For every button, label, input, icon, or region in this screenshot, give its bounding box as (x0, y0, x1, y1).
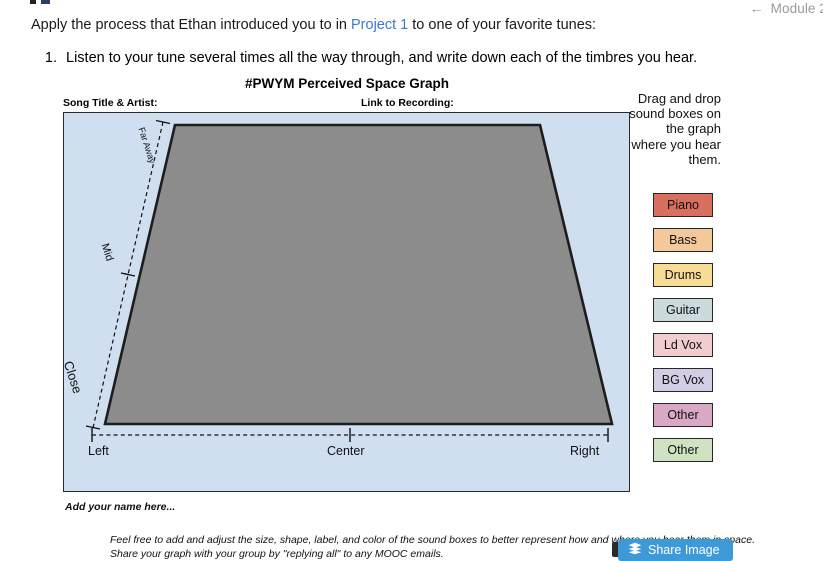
sound-box-drums[interactable]: Drums (653, 263, 713, 287)
sound-box-bass[interactable]: Bass (653, 228, 713, 252)
graph-title: #PWYM Perceived Space Graph (244, 76, 450, 91)
share-image-button[interactable]: Share Image (618, 539, 733, 561)
sound-box-label: Other (667, 408, 699, 422)
axis-tick-mid (120, 272, 136, 277)
sound-box-label: BG Vox (661, 373, 705, 387)
sound-box-palette: Piano Bass Drums Guitar Ld Vox BG Vox Ot… (653, 193, 713, 473)
intro-text-after: to one of your favorite tunes: (408, 17, 597, 33)
layers-stack-icon (628, 542, 642, 558)
list-item: 1. Listen to your tune several times all… (31, 50, 751, 66)
axis-label-center: Center (327, 444, 365, 458)
song-title-label: Song Title & Artist: (63, 97, 158, 109)
intro-paragraph: Apply the process that Ethan introduced … (31, 17, 596, 33)
instruction-list: 1. Listen to your tune several times all… (31, 50, 751, 66)
project-1-link[interactable]: Project 1 (351, 17, 408, 33)
list-item-text: Listen to your tune several times all th… (66, 50, 698, 66)
sound-box-piano[interactable]: Piano (653, 193, 713, 217)
module-back-link[interactable]: ← Module 2 (750, 0, 823, 16)
sound-box-ld-vox[interactable]: Ld Vox (653, 333, 713, 357)
sound-box-other-2[interactable]: Other (653, 438, 713, 462)
sound-box-label: Drums (664, 268, 702, 282)
stereo-field-shape[interactable] (103, 123, 614, 426)
list-item-number: 1. (44, 50, 57, 66)
sound-box-guitar[interactable]: Guitar (653, 298, 713, 322)
recording-link-label: Link to Recording: (361, 97, 454, 109)
axis-label-left: Left (88, 444, 109, 458)
clipped-glyph-left (30, 0, 36, 4)
clipped-top-artifact (30, 0, 52, 4)
intro-text-before: Apply the process that Ethan introduced … (31, 17, 352, 33)
sound-box-label: Ld Vox (663, 338, 703, 352)
axis-label-right: Right (570, 444, 600, 458)
sound-box-label: Bass (669, 233, 697, 247)
module-back-label: Module 2 (770, 1, 823, 16)
sound-box-label: Other (667, 443, 699, 457)
arrow-left-icon: ← (749, 0, 764, 16)
sound-box-label: Piano (667, 198, 699, 212)
sound-box-label: Guitar (665, 303, 701, 317)
sound-box-other-1[interactable]: Other (653, 403, 713, 427)
drag-drop-instruction: Drag and drop sound boxes on the graph w… (629, 91, 721, 167)
name-placeholder-text[interactable]: Add your name here... (65, 501, 175, 513)
clipped-glyph-right (41, 0, 50, 4)
perceived-space-graph[interactable] (63, 112, 630, 492)
share-image-label: Share Image (648, 543, 720, 557)
sound-box-bg-vox[interactable]: BG Vox (653, 368, 713, 392)
